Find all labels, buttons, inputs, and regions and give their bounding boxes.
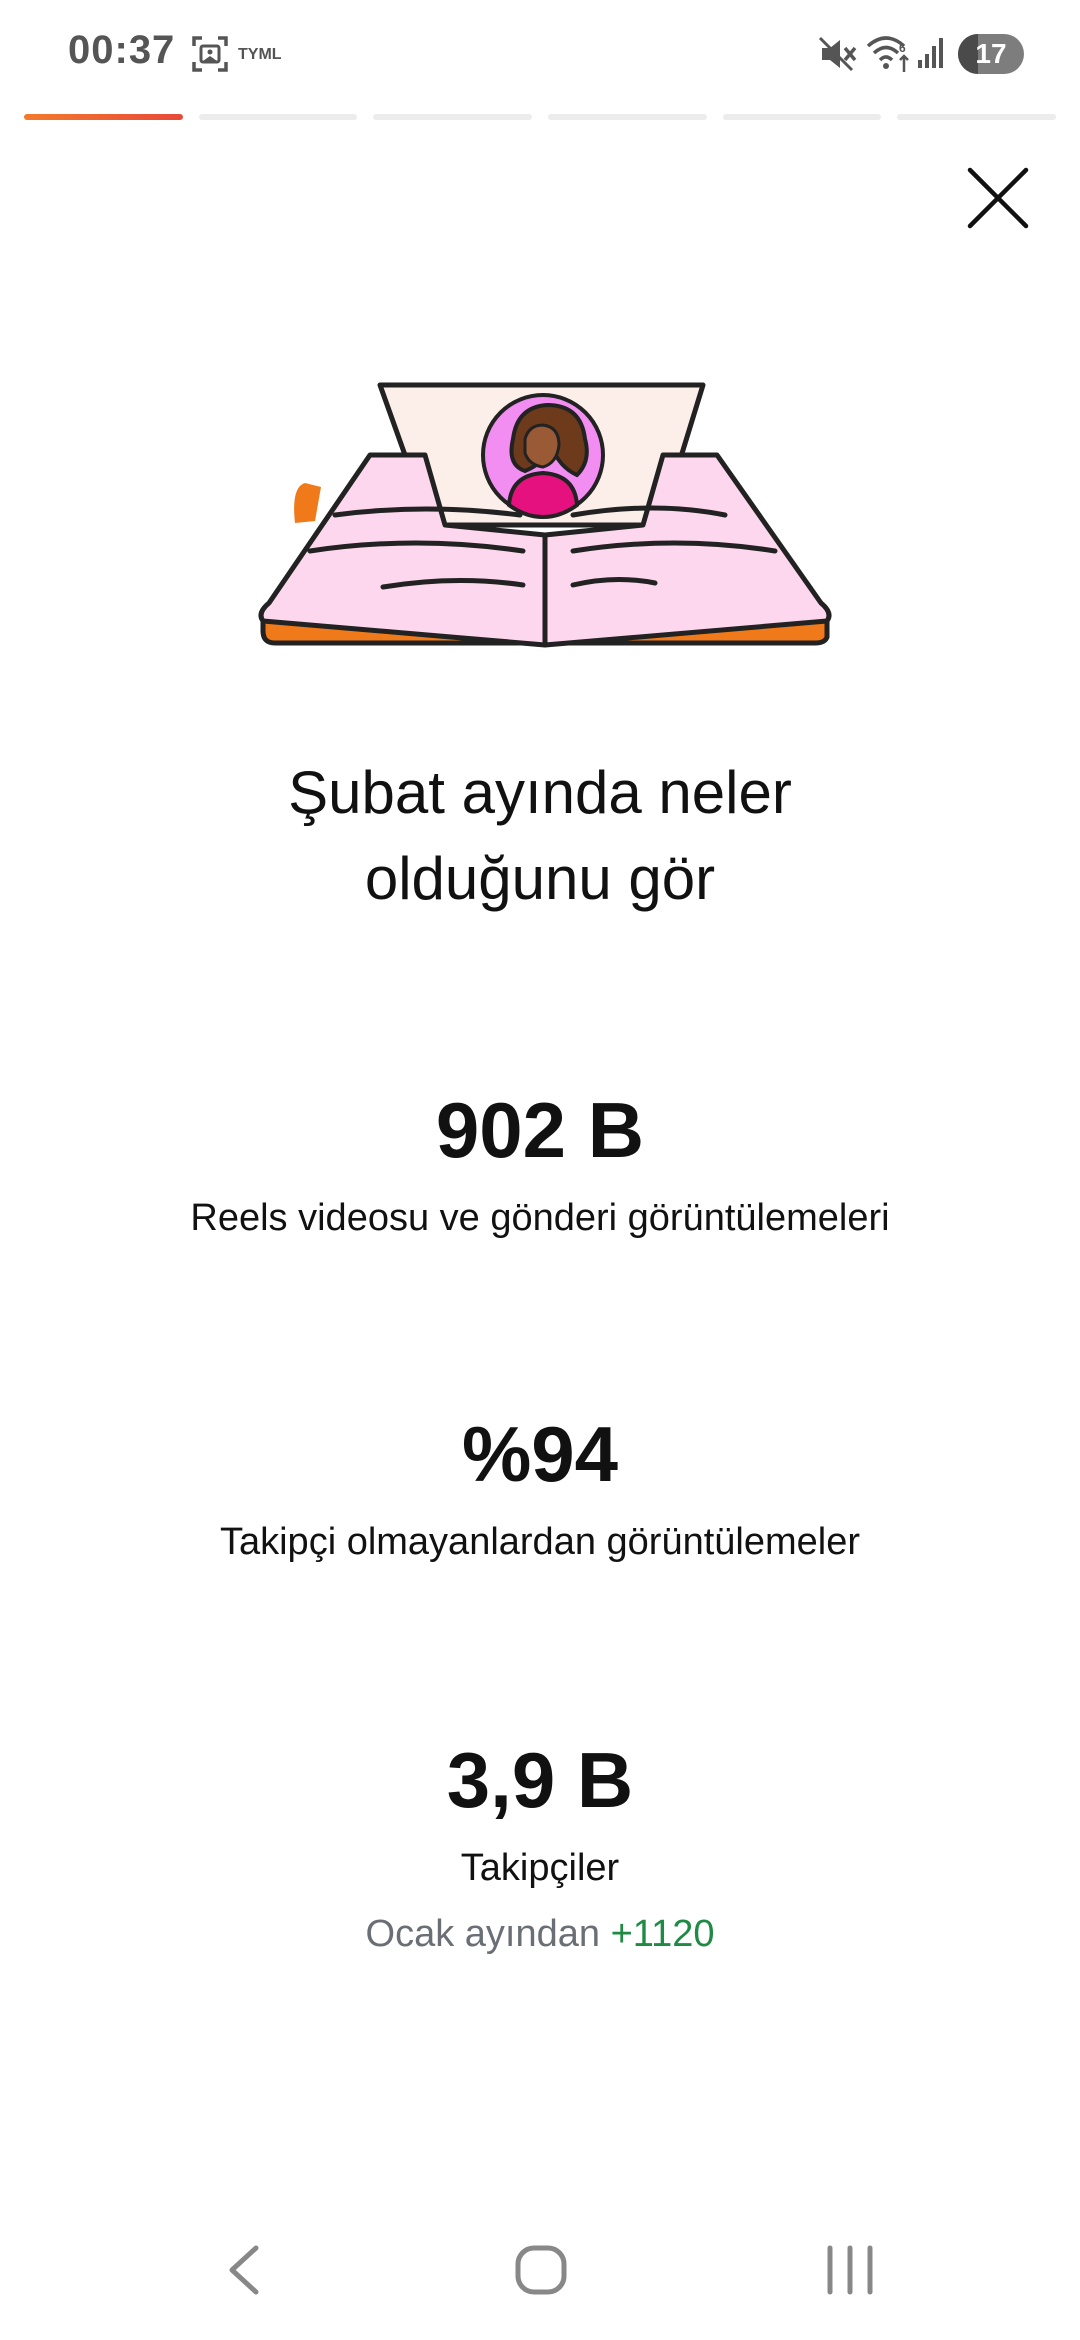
non-follower-views-stat: %94 Takipçi olmayanlardan görüntülemeler bbox=[60, 1406, 1020, 1566]
close-icon[interactable] bbox=[964, 164, 1032, 232]
followers-change-value: +1120 bbox=[610, 1913, 715, 1955]
progress-segment bbox=[198, 114, 358, 120]
views-value: 902 B bbox=[435, 1086, 645, 1174]
screenshot-icon bbox=[192, 36, 228, 72]
back-icon[interactable] bbox=[220, 2240, 270, 2300]
system-nav-bar bbox=[0, 2220, 1080, 2340]
followers-value: 3,9 B bbox=[446, 1736, 634, 1824]
non-follower-views-value: %94 bbox=[461, 1410, 619, 1498]
open-book-with-avatar-illustration bbox=[258, 382, 832, 648]
status-carrier: TYML bbox=[238, 46, 282, 63]
followers-stat: 3,9 B Takipçiler Ocak ayından +1120 bbox=[60, 1732, 1020, 1958]
followers-label: Takipçiler bbox=[460, 1847, 620, 1889]
progress-segment bbox=[548, 114, 707, 120]
recents-icon[interactable] bbox=[820, 2240, 880, 2300]
progress-segment bbox=[24, 114, 183, 120]
status-bar: 00:37 TYML 6 17 bbox=[0, 0, 1080, 110]
battery-level: 17 bbox=[975, 38, 1007, 69]
wifi-icon: 6 bbox=[866, 36, 909, 72]
views-label: Reels videosu ve gönderi görüntülemeleri bbox=[190, 1197, 890, 1239]
page-title-line2: olduğunu gör bbox=[364, 845, 716, 912]
progress-segment bbox=[373, 114, 533, 120]
mute-icon bbox=[818, 36, 857, 72]
home-icon[interactable] bbox=[514, 2240, 570, 2300]
signal-icon bbox=[918, 38, 943, 68]
status-time: 00:37 bbox=[68, 28, 176, 72]
views-stat: 902 B Reels videosu ve gönderi görüntüle… bbox=[60, 1082, 1020, 1242]
non-follower-views-label: Takipçi olmayanlardan görüntülemeler bbox=[219, 1521, 860, 1563]
story-progress bbox=[24, 114, 1057, 120]
followers-change: Ocak ayından +1120 bbox=[60, 1910, 1020, 1958]
progress-segment bbox=[897, 114, 1057, 120]
monthly-recap-screen: 00:37 TYML 6 17 Şubat ayında neler olduğ… bbox=[0, 0, 1080, 2340]
progress-segment bbox=[722, 114, 882, 120]
page-title: Şubat ayında neler olduğunu gör bbox=[140, 750, 940, 922]
page-title-line1: Şubat ayında neler bbox=[288, 759, 792, 826]
svg-text:6: 6 bbox=[899, 41, 906, 55]
battery-icon: 17 bbox=[958, 34, 1024, 74]
followers-change-prefix: Ocak ayından bbox=[365, 1913, 600, 1955]
